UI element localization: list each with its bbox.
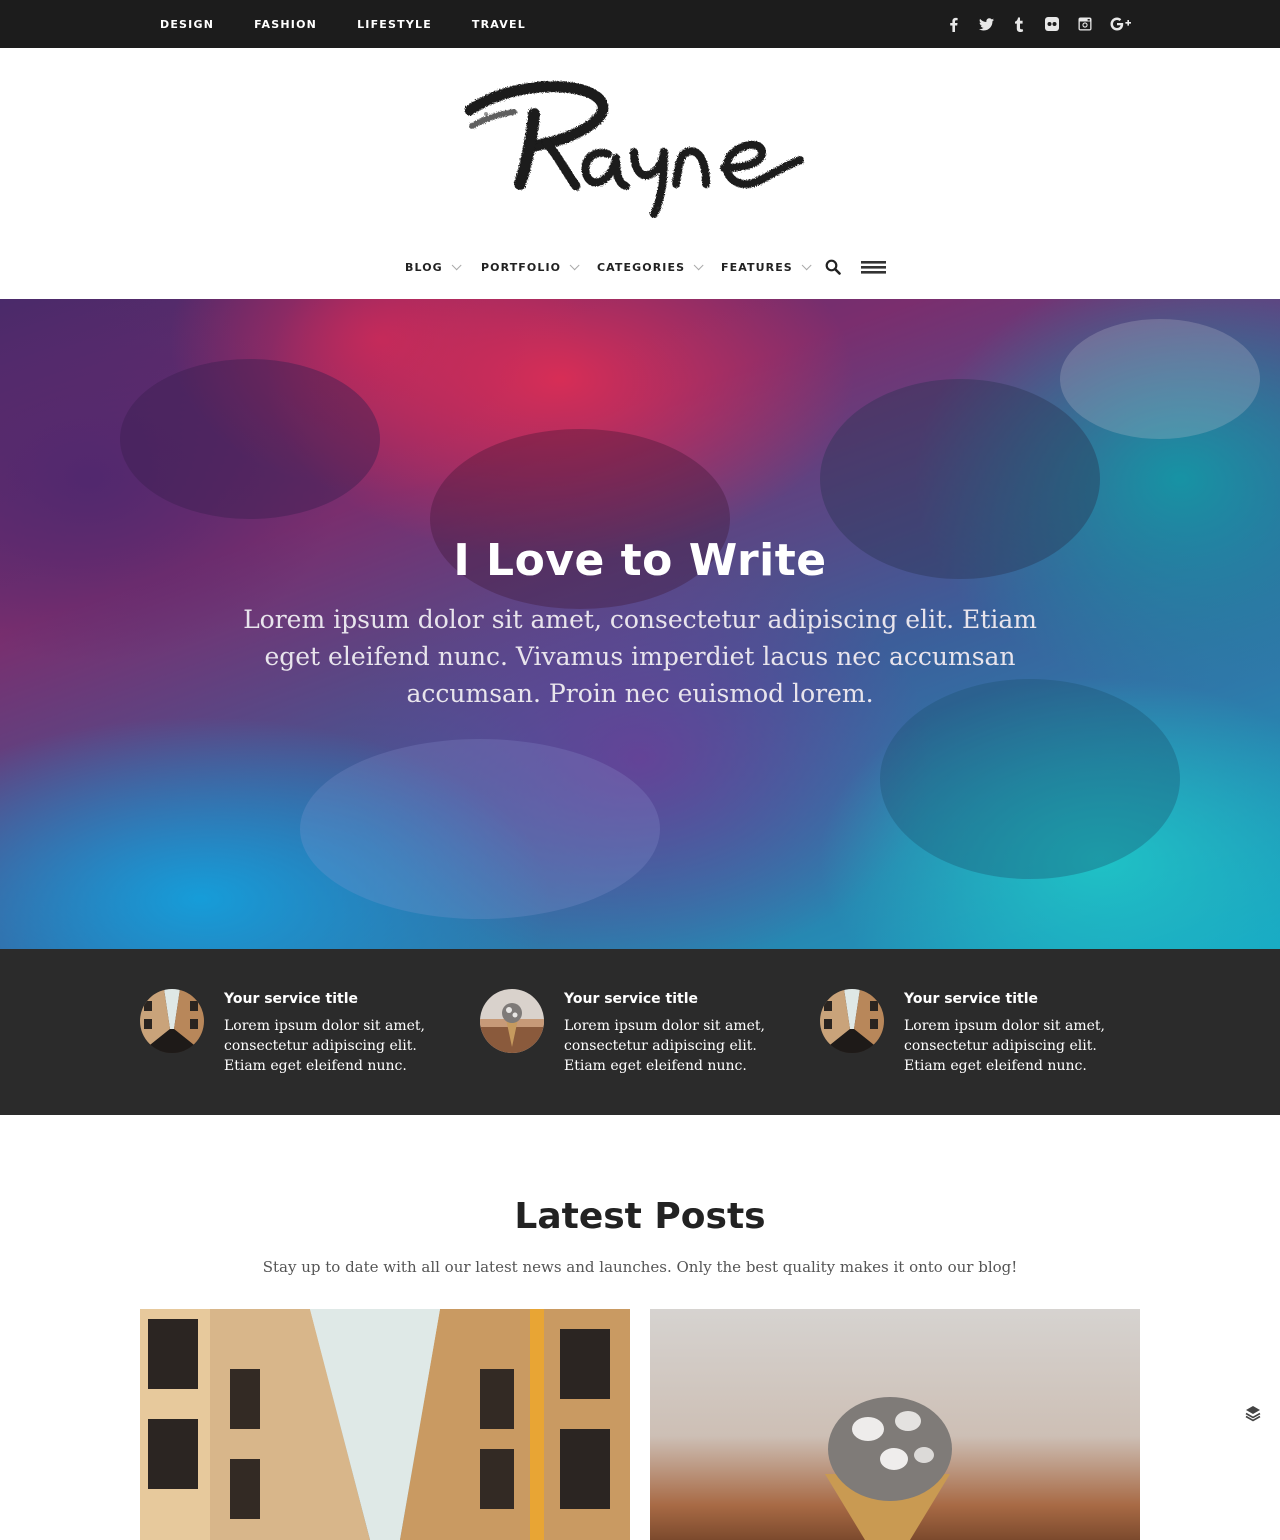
service-item: Your service title Lorem ipsum dolor sit…	[480, 989, 800, 1079]
tumblr-icon[interactable]	[1011, 16, 1027, 32]
chevron-down-icon	[569, 259, 580, 270]
chevron-down-icon	[451, 259, 462, 270]
service-item: Your service title Lorem ipsum dolor sit…	[820, 989, 1140, 1079]
nav-blog-label: BLOG	[405, 260, 443, 274]
service-item: Your service title Lorem ipsum dolor sit…	[140, 989, 460, 1079]
flickr-icon[interactable]	[1044, 16, 1060, 32]
top-nav-fashion[interactable]: FASHION	[254, 18, 317, 31]
top-nav-design[interactable]: DESIGN	[160, 18, 214, 31]
top-nav-travel[interactable]: TRAVEL	[472, 18, 526, 31]
nav-portfolio[interactable]: PORTFOLIO	[481, 252, 580, 282]
latest-posts-subtitle: Stay up to date with all our latest news…	[262, 1258, 1018, 1276]
chevron-down-icon	[801, 259, 812, 270]
main-nav: BLOG PORTFOLIO CATEGORIES FEATURES	[0, 252, 1280, 282]
service-title[interactable]: Your service title	[564, 991, 698, 1007]
nav-categories-label: CATEGORIES	[597, 260, 686, 274]
instagram-icon[interactable]	[1077, 16, 1093, 32]
latest-posts-title: Latest Posts	[514, 1196, 766, 1237]
hero-texture	[1060, 319, 1260, 439]
hero-banner: I Love to Write Lorem ipsum dolor sit am…	[0, 299, 1280, 949]
social-links	[928, 0, 1132, 48]
hero-text: Lorem ipsum dolor sit amet, consectetur …	[243, 605, 1037, 708]
facebook-icon[interactable]	[945, 16, 961, 32]
twitter-icon[interactable]	[978, 16, 994, 32]
site-logo[interactable]	[462, 68, 812, 218]
service-title[interactable]: Your service title	[224, 991, 358, 1007]
service-description: Lorem ipsum dolor sit amet, consectetur …	[564, 1018, 765, 1074]
hero-texture	[300, 739, 660, 919]
service-description: Lorem ipsum dolor sit amet, consectetur …	[224, 1018, 425, 1074]
search-icon[interactable]	[825, 252, 841, 282]
service-image-street[interactable]	[820, 989, 884, 1053]
top-nav-lifestyle[interactable]: LIFESTYLE	[357, 18, 432, 31]
nav-portfolio-label: PORTFOLIO	[481, 260, 562, 274]
layers-icon[interactable]	[1244, 1404, 1262, 1422]
menu-icon[interactable]	[861, 252, 886, 282]
services-strip: Your service title Lorem ipsum dolor sit…	[0, 949, 1280, 1115]
service-description: Lorem ipsum dolor sit amet, consectetur …	[904, 1018, 1105, 1074]
google-plus-icon[interactable]	[1110, 16, 1132, 32]
post-image-ice-cream[interactable]	[650, 1309, 1140, 1540]
post-image-street[interactable]	[140, 1309, 630, 1540]
service-image-ice-cream[interactable]	[480, 989, 544, 1053]
service-image-street[interactable]	[140, 989, 204, 1053]
service-title[interactable]: Your service title	[904, 991, 1038, 1007]
nav-blog[interactable]: BLOG	[405, 252, 462, 282]
hero-title: I Love to Write	[453, 535, 827, 586]
top-bar: DESIGN FASHION LIFESTYLE TRAVEL	[0, 0, 1280, 48]
chevron-down-icon	[693, 259, 704, 270]
nav-features-label: FEATURES	[721, 260, 793, 274]
nav-features[interactable]: FEATURES	[721, 252, 812, 282]
top-nav: DESIGN FASHION LIFESTYLE TRAVEL	[160, 0, 566, 48]
hero-texture	[120, 359, 380, 519]
nav-categories[interactable]: CATEGORIES	[597, 252, 704, 282]
